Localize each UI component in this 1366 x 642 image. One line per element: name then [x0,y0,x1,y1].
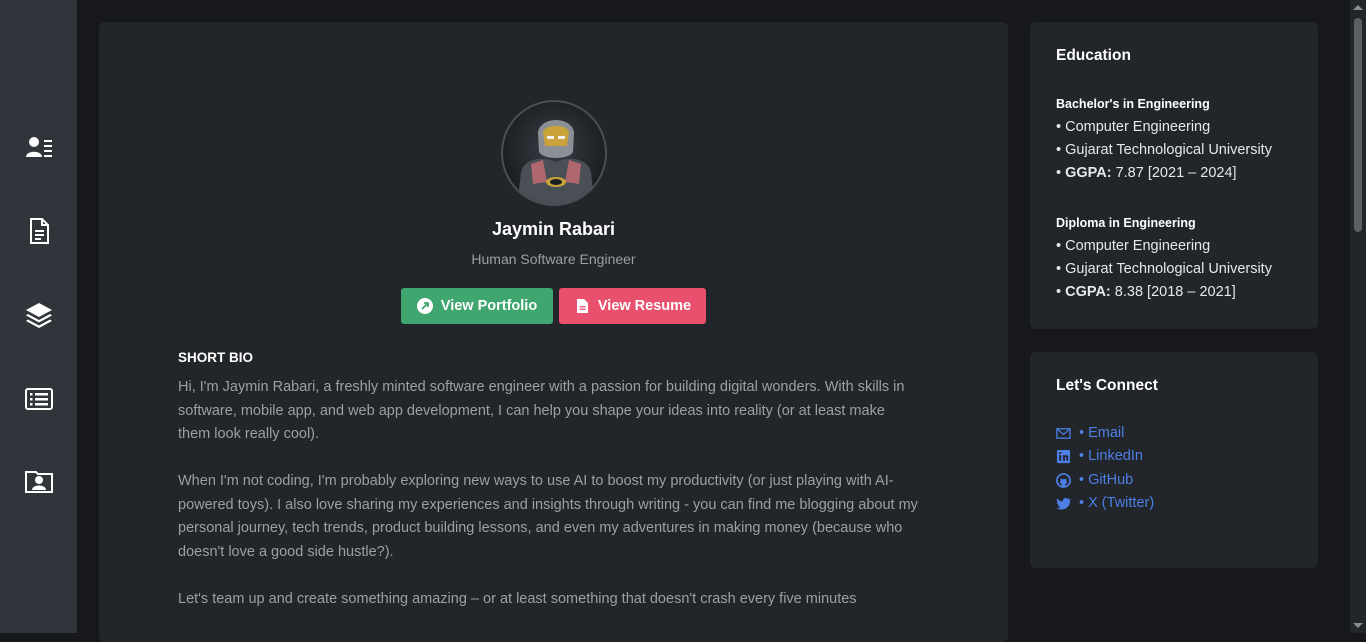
profile-name: Jaymin Rabari [491,219,616,239]
linkedin-link[interactable]: • LinkedIn [1056,445,1154,468]
email-link-label: • Email [1079,425,1125,441]
degree-score: • GGPA: 7.87 [2021 – 2024] [1056,165,1237,181]
degree-score: • CGPA: 8.38 [2018 – 2021] [1056,284,1236,300]
email-link[interactable]: • Email [1056,422,1154,445]
degree-university: • Gujarat Technological University [1056,261,1272,277]
sidebar [0,0,77,633]
degree-field: • Computer Engineering [1056,119,1211,135]
connect-links: • Email • LinkedIn • GitHub • X (Twitter… [1056,422,1154,515]
avatar [501,100,607,206]
twitter-icon [1056,498,1071,510]
profile-subtitle: Human Software Engineer [471,251,636,267]
score-value: 8.38 [2018 – 2021] [1114,284,1236,300]
connect-card: Let's Connect • Email • LinkedIn • GitHu [1030,352,1318,568]
bio-paragraph: Hi, I'm Jaymin Rabari, a freshly minted … [178,379,905,442]
twitter-link-label: • X (Twitter) [1079,494,1155,511]
email-icon [1056,428,1071,439]
list-box-icon [25,388,53,410]
education-entry: Diploma in Engineering • Computer Engine… [1056,214,1306,304]
education-entry: Bachelor's in Engineering • Computer Eng… [1056,95,1306,185]
bio-paragraph: Let's team up and create something amazi… [178,590,857,607]
bio-heading: SHORT BIO [178,350,254,365]
view-resume-button[interactable]: View Resume [559,288,706,324]
education-card: Education Bachelor's in Engineering • Co… [1030,22,1318,329]
sidebar-item-about[interactable] [22,133,56,163]
sidebar-item-projects[interactable] [22,384,56,414]
score-label: GGPA: [1065,165,1112,181]
degree-field: • Computer Engineering [1056,238,1211,254]
github-icon [1056,472,1071,488]
github-link[interactable]: • GitHub [1056,469,1154,492]
file-icon [576,299,588,313]
sidebar-item-contact[interactable] [22,466,56,496]
avatar-image [517,120,595,204]
connect-title: Let's Connect [1056,377,1158,394]
sidebar-item-resume[interactable] [22,216,56,246]
degree-title: Bachelor's in Engineering [1056,97,1210,111]
bio-text: Hi, I'm Jaymin Rabari, a freshly minted … [178,376,918,635]
document-icon [30,218,49,244]
sidebar-item-skills[interactable] [22,300,56,330]
linkedin-icon [1056,450,1071,464]
github-link-label: • GitHub [1079,471,1134,488]
score-value: 7.87 [2021 – 2024] [1115,165,1237,181]
view-resume-label: View Resume [597,298,692,314]
profile-list-icon [26,137,52,157]
arrow-circle-icon [416,298,433,314]
linkedin-link-label: • LinkedIn [1079,448,1143,465]
layers-icon [26,303,52,328]
education-title: Education [1056,47,1131,64]
view-portfolio-button[interactable]: View Portfolio [401,288,553,324]
view-portfolio-label: View Portfolio [440,298,538,314]
twitter-link[interactable]: • X (Twitter) [1056,492,1154,515]
contact-folder-icon [25,471,53,493]
degree-university: • Gujarat Technological University [1056,142,1272,158]
bio-paragraph: When I'm not coding, I'm probably explor… [178,473,918,560]
degree-title: Diploma in Engineering [1056,216,1196,230]
score-label: CGPA: [1065,284,1111,300]
scroll-up-arrow-icon[interactable] [1353,5,1363,10]
scroll-down-arrow-icon[interactable] [1353,623,1363,628]
scroll-thumb[interactable] [1354,18,1362,232]
scrollbar[interactable] [1350,0,1366,633]
profile-card: Jaymin Rabari Human Software Engineer Vi… [99,22,1008,642]
